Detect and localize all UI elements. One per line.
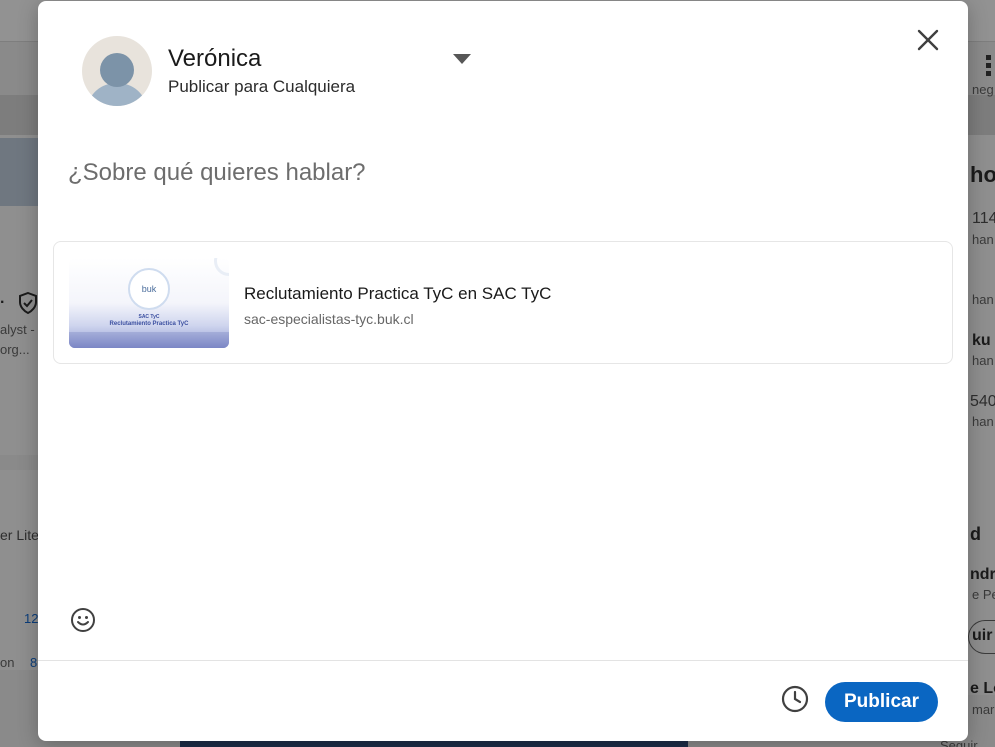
link-preview-card[interactable]: buk SAC TyC Reclutamiento Practica TyC R…: [53, 241, 953, 364]
apps-grid-icon: [986, 55, 995, 77]
clock-icon[interactable]: [780, 684, 810, 714]
background-text: ku n: [972, 332, 995, 349]
background-text: han: [972, 292, 994, 307]
background-text: 540: [970, 393, 995, 410]
avatar[interactable]: [82, 36, 152, 106]
background-text: ho: [970, 162, 995, 187]
author-name[interactable]: Verónica: [168, 45, 261, 73]
background-profile-banner: [0, 138, 38, 206]
thumbnail-line2: Reclutamiento Practica TyC: [109, 321, 189, 327]
background-text: han j: [972, 414, 995, 429]
link-preview-thumbnail: buk SAC TyC Reclutamiento Practica TyC: [69, 258, 229, 348]
link-preview-title: Reclutamiento Practica TyC en SAC TyC: [244, 284, 552, 303]
background-text: uir: [972, 627, 993, 644]
dialog-footer: Publicar: [38, 660, 968, 741]
background-text: e Lo: [970, 680, 995, 697]
background-text: han j: [972, 232, 995, 247]
background-bottom-strip: [180, 740, 688, 747]
emoji-icon[interactable]: [70, 607, 96, 633]
background-text: mar: [972, 702, 995, 717]
link-preview-url: sac-especialistas-tyc.buk.cl: [244, 311, 414, 327]
background-text: 114: [972, 210, 995, 227]
create-post-dialog: Verónica Publicar para Cualquiera ¿Sobre…: [38, 1, 968, 741]
background-text: 12: [24, 611, 39, 626]
background-text: han j: [972, 353, 995, 368]
close-icon[interactable]: [911, 23, 945, 57]
background-text: e Per: [972, 587, 995, 602]
background-left-lower-card: [0, 470, 38, 670]
background-text: ndr: [970, 566, 995, 583]
background-text: d: [970, 524, 981, 544]
background-text: 8: [30, 655, 38, 670]
background-text: er Lite: [0, 527, 39, 543]
background-text: on: [0, 655, 15, 670]
background-text: org...: [0, 342, 30, 357]
background-text: neg: [972, 82, 994, 97]
verified-shield-icon: [19, 292, 37, 314]
background-text: alyst -: [0, 322, 35, 337]
background-text: .: [0, 290, 5, 307]
buk-logo: buk: [128, 268, 170, 310]
post-audience[interactable]: Publicar para Cualquiera: [168, 77, 355, 97]
publish-button[interactable]: Publicar: [825, 682, 938, 722]
thumbnail-line1: SAC TyC: [138, 314, 160, 320]
post-text-editor[interactable]: ¿Sobre qué quieres hablar?: [68, 159, 928, 187]
caret-down-icon[interactable]: [453, 54, 471, 64]
